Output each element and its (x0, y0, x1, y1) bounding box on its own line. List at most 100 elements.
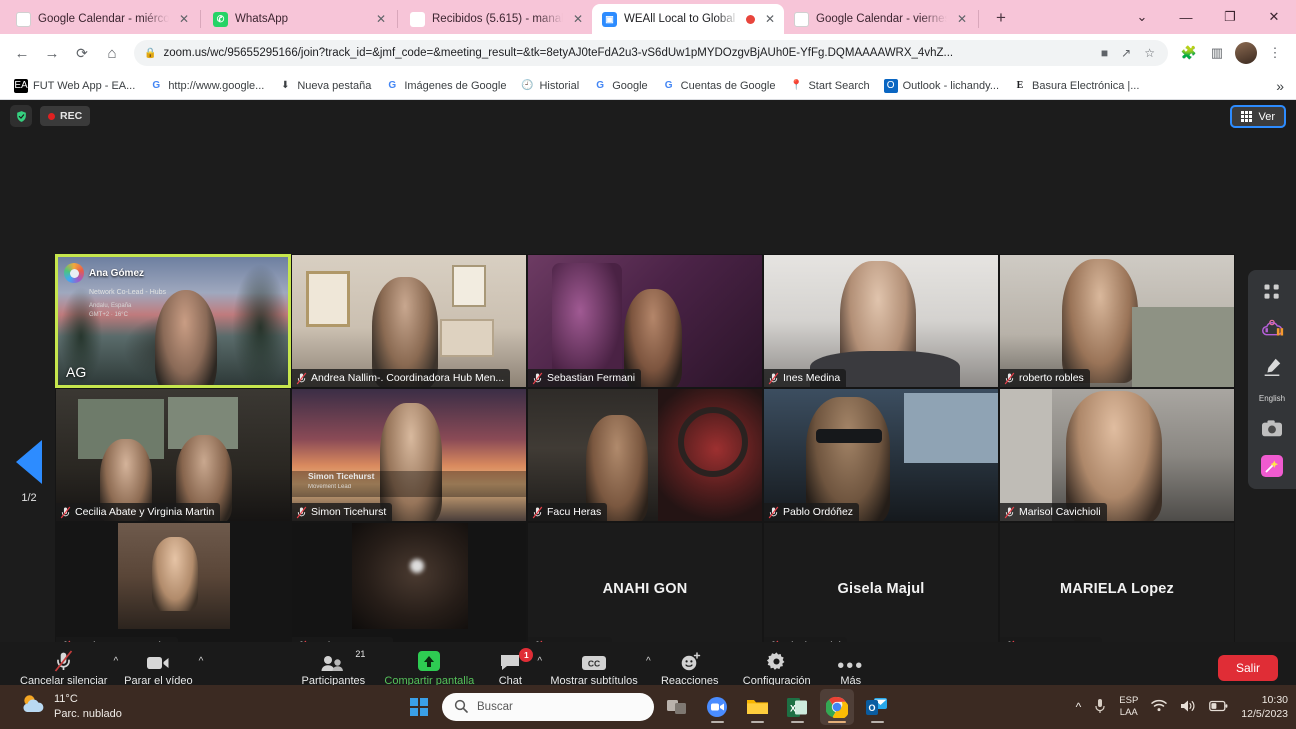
maximize-button[interactable]: ❐ (1208, 0, 1252, 34)
participant-grid: Ana Gómez Network Co-Lead - Hubs Andalu,… (55, 254, 1235, 656)
cc-icon: CC (580, 650, 608, 672)
bookmark-3[interactable]: G Imágenes de Google (379, 76, 512, 96)
bookmarks-overflow-icon[interactable]: » (1276, 78, 1288, 94)
bookmark-7[interactable]: 📍 Start Search (783, 76, 875, 96)
participant-tile-12[interactable]: ANAHI GON ANAHI GON (527, 522, 763, 656)
pin-icon: 📍 (790, 80, 803, 91)
address-bar-url: zoom.us/wc/95655295166/join?track_id=&jm… (163, 47, 954, 59)
browser-tab-2[interactable]: M Recibidos (5.615) - manallim ✕ (400, 4, 592, 34)
close-icon[interactable]: ✕ (176, 11, 192, 27)
sidepanel-icon[interactable]: ▥ (1204, 40, 1230, 66)
participant-tile-14[interactable]: MARIELA Lopez MARIELA Lopez (999, 522, 1235, 656)
participant-name: Pablo Ordóñez (783, 506, 854, 518)
zoom-icon: ▣ (602, 11, 617, 27)
participant-tile-7[interactable]: Facu Heras (527, 388, 763, 522)
participant-tile-6[interactable]: Simon Ticehurst Movement Lead Simon Tice… (291, 388, 527, 522)
home-icon[interactable]: ⌂ (98, 39, 126, 67)
mic-muted-icon (296, 506, 307, 518)
bookmark-2[interactable]: ⬇ Nueva pestaña (272, 76, 377, 96)
participant-tile-10[interactable]: Mariana Sammartino (55, 522, 291, 656)
excel-icon[interactable]: X (780, 689, 814, 725)
back-icon[interactable]: ← (8, 39, 36, 67)
svg-text:O: O (868, 703, 875, 713)
clock-date: 12/5/2023 (1241, 708, 1288, 720)
minimize-button[interactable]: — (1164, 0, 1208, 34)
google-icon: G (388, 80, 397, 91)
emoji-plus-icon (679, 650, 701, 672)
participant-tile-9[interactable]: Marisol Cavichioli (999, 388, 1235, 522)
camera-permission-icon[interactable]: ■ (1098, 46, 1111, 60)
previous-page-button[interactable]: 1/2 (8, 440, 50, 504)
mic-muted-icon (532, 372, 543, 384)
browser-tab-3-active[interactable]: ▣ WEAll Local to Global - E ✕ (592, 4, 784, 34)
browser-tab-4[interactable]: 12 Google Calendar - viernes, 1 ✕ (784, 4, 976, 34)
weather-widget[interactable]: 11°C Parc. nublado (6, 692, 122, 722)
bookmark-8[interactable]: O Outlook - lichandy... (878, 76, 1005, 96)
participant-tile-2[interactable]: Sebastian Fermani (527, 254, 763, 388)
participant-tile-3[interactable]: Ines Medina (763, 254, 999, 388)
participant-tile-5[interactable]: Cecilia Abate y Virginia Martin (55, 388, 291, 522)
view-button[interactable]: Ver (1230, 105, 1286, 128)
search-icon (454, 699, 468, 716)
gmail-icon: M (410, 11, 425, 27)
chrome-icon[interactable] (820, 689, 854, 725)
bookmark-6[interactable]: G Cuentas de Google (656, 76, 782, 96)
speaker-icon[interactable] (1180, 699, 1196, 716)
taskbar-search-box[interactable]: Buscar (442, 693, 654, 721)
profile-avatar[interactable] (1235, 42, 1257, 64)
outlook-icon[interactable]: O (860, 689, 894, 725)
apps-grid-icon[interactable] (1262, 282, 1282, 302)
chevron-up-icon[interactable]: ^ (1076, 700, 1082, 714)
file-explorer-icon[interactable] (740, 689, 774, 725)
participant-tile-4[interactable]: roberto robles (999, 254, 1235, 388)
participant-tile-11[interactable]: Carlos Troncoso (291, 522, 527, 656)
extensions-icon[interactable]: 🧩 (1176, 40, 1202, 66)
bookmarks-bar: EA FUT Web App - EA... G http://www.goog… (0, 72, 1296, 100)
close-icon[interactable]: ✕ (762, 11, 778, 27)
download-icon: ⬇ (281, 80, 290, 91)
recording-indicator[interactable]: REC (40, 106, 91, 126)
bookmark-5[interactable]: G Google (587, 76, 653, 96)
magic-wand-icon[interactable] (1261, 455, 1283, 477)
bookmark-0[interactable]: EA FUT Web App - EA... (8, 76, 141, 96)
close-icon[interactable]: ✕ (373, 11, 389, 27)
tab-search-icon[interactable]: ⌄ (1120, 0, 1164, 34)
battery-icon[interactable] (1209, 700, 1228, 715)
leave-meeting-button[interactable]: Salir (1217, 655, 1278, 681)
participant-tile-0[interactable]: Ana Gómez Network Co-Lead - Hubs Andalu,… (55, 254, 291, 388)
chrome-menu-icon[interactable]: ⋮ (1262, 40, 1288, 66)
close-window-button[interactable]: ✕ (1252, 0, 1296, 34)
participant-label: Andrea Nallim-. Coordinadora Hub Men... (292, 369, 511, 387)
bookmark-9[interactable]: E Basura Electrónica |... (1007, 76, 1145, 96)
tab-title: WEAll Local to Global - E (624, 13, 739, 25)
bookmark-1[interactable]: G http://www.google... (143, 76, 270, 96)
windows-start-icon[interactable] (402, 689, 436, 725)
input-language-indicator[interactable]: ESP LAA (1119, 695, 1138, 719)
share-icon[interactable]: ↗ (1118, 46, 1134, 60)
self-video-overlay: Ana Gómez Network Co-Lead - Hubs Andalu,… (64, 263, 166, 320)
zoom-app-icon[interactable] (700, 689, 734, 725)
participant-tile-13[interactable]: Gisela Majul Gisela Majul (763, 522, 999, 656)
forward-icon[interactable]: → (38, 39, 66, 67)
browser-tab-0[interactable]: 12 Google Calendar - miércoles ✕ (6, 4, 198, 34)
close-icon[interactable]: ✕ (570, 11, 586, 27)
address-bar[interactable]: 🔒 zoom.us/wc/95655295166/join?track_id=&… (134, 40, 1168, 66)
taskbar-clock[interactable]: 10:30 12/5/2023 (1241, 693, 1288, 721)
wifi-icon[interactable] (1151, 699, 1168, 715)
microphone-icon[interactable] (1094, 698, 1106, 717)
task-view-icon[interactable] (660, 689, 694, 725)
new-tab-button[interactable]: + (987, 4, 1015, 32)
camera-icon[interactable] (1261, 419, 1283, 439)
close-icon[interactable]: ✕ (954, 11, 970, 27)
browser-tab-1[interactable]: ✆ WhatsApp ✕ (203, 4, 395, 34)
highlighter-pen-icon[interactable] (1261, 356, 1283, 378)
participant-tile-8[interactable]: Pablo Ordóñez (763, 388, 999, 522)
bookmark-4[interactable]: 🕘 Historial (514, 76, 585, 96)
participant-label: Cecilia Abate y Virginia Martin (56, 503, 221, 521)
language-indicator[interactable]: English (1259, 394, 1285, 403)
cloud-pause-icon[interactable] (1259, 318, 1285, 340)
shield-check-icon[interactable] (10, 105, 32, 127)
bookmark-star-icon[interactable]: ☆ (1141, 46, 1158, 60)
reload-icon[interactable]: ⟳ (68, 39, 96, 67)
participant-tile-1[interactable]: Andrea Nallim-. Coordinadora Hub Men... (291, 254, 527, 388)
